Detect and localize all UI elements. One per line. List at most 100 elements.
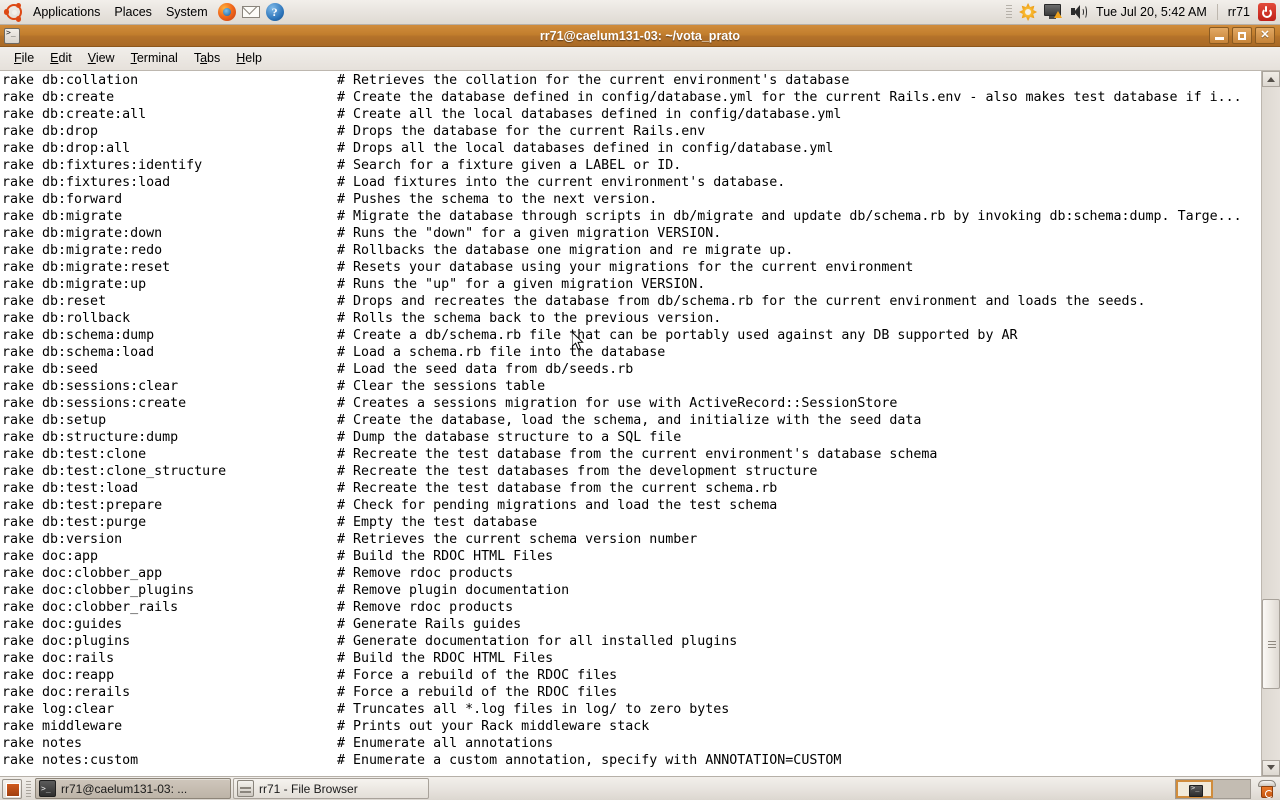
- menu-system[interactable]: System: [159, 2, 215, 23]
- terminal-task-description: # Prints out your Rack middleware stack: [337, 719, 650, 734]
- clock[interactable]: Tue Jul 20, 5:42 AM: [1090, 5, 1213, 19]
- menu-file[interactable]: File: [6, 48, 42, 69]
- terminal-task-name: rake db:create:all: [2, 107, 147, 122]
- terminal-task-name: rake db:drop:all: [2, 141, 131, 156]
- terminal-task-description: # Force a rebuild of the RDOC files: [337, 668, 618, 683]
- terminal-task-name: rake db:create: [2, 90, 115, 105]
- scroll-down-arrow-icon[interactable]: [1262, 760, 1280, 776]
- menu-tabs[interactable]: Tabs: [186, 48, 228, 69]
- taskbar-item-label: rr71@caelum131-03: ...: [61, 781, 188, 796]
- user-menu[interactable]: rr71: [1222, 5, 1256, 19]
- mail-icon[interactable]: [241, 2, 261, 22]
- bottom-panel: rr71@caelum131-03: ... rr71 - File Brows…: [0, 776, 1280, 800]
- terminal-task-description: # Create the database, load the schema, …: [337, 413, 922, 428]
- terminal-task-name: rake db:setup: [2, 413, 107, 428]
- terminal-task-name: rake log:clear: [2, 702, 115, 717]
- terminal-line: rake db:collation # Retrieves the collati…: [1, 72, 1261, 89]
- terminal-line: rake notes:custom # Enumerate a custom an…: [1, 752, 1261, 769]
- terminal-task-name: rake db:migrate:redo: [2, 243, 163, 258]
- terminal-task-description: # Empty the test database: [337, 515, 538, 530]
- terminal-task-name: rake db:rollback: [2, 311, 131, 326]
- terminal-task-name: rake db:drop: [2, 124, 99, 139]
- terminal-body[interactable]: rake db:collation # Retrieves the collati…: [0, 71, 1280, 776]
- terminal-line: rake doc:clobber_rails # Remove rdoc prod…: [1, 599, 1261, 616]
- terminal-task-description: # Drops the database for the current Rai…: [337, 124, 706, 139]
- terminal-line: rake db:setup # Create the database, load…: [1, 412, 1261, 429]
- menu-help[interactable]: Help: [228, 48, 270, 69]
- terminal-task-name: rake doc:rails: [2, 651, 115, 666]
- menu-applications[interactable]: Applications: [26, 2, 107, 23]
- menu-edit[interactable]: Edit: [42, 48, 80, 69]
- menu-view[interactable]: View: [80, 48, 123, 69]
- terminal-output[interactable]: rake db:collation # Retrieves the collati…: [0, 71, 1261, 776]
- terminal-task-description: # Create a db/schema.rb file that can be…: [337, 328, 1018, 343]
- terminal-line: rake db:sessions:create # Creates a sessi…: [1, 395, 1261, 412]
- terminal-task-description: # Create the database defined in config/…: [337, 90, 1242, 105]
- ubuntu-logo-icon[interactable]: [3, 2, 24, 22]
- terminal-task-name: rake db:migrate:up: [2, 277, 147, 292]
- terminal-task-description: # Resets your database using your migrat…: [337, 260, 914, 275]
- terminal-task-description: # Creates a sessions migration for use w…: [337, 396, 898, 411]
- close-icon: ✕: [1260, 29, 1270, 41]
- terminal-line: rake db:migrate:redo # Rollbacks the data…: [1, 242, 1261, 259]
- menu-terminal[interactable]: Terminal: [123, 48, 186, 69]
- firefox-icon[interactable]: [217, 2, 237, 22]
- workspace-2[interactable]: [1213, 779, 1250, 798]
- terminal-task-description: # Build the RDOC HTML Files: [337, 651, 554, 666]
- terminal-line: rake db:test:prepare # Check for pending …: [1, 497, 1261, 514]
- panel-separator: [1216, 4, 1218, 20]
- desktop: rr71@caelum131-03: ~/vota_prato ✕ File E…: [0, 25, 1280, 776]
- terminal-task-name: rake db:test:clone: [2, 447, 147, 462]
- terminal-task-name: rake notes: [2, 736, 83, 751]
- power-icon[interactable]: [1258, 3, 1276, 21]
- scrollbar-thumb[interactable]: [1262, 599, 1280, 689]
- terminal-line: rake notes # Enumerate all annotations: [1, 735, 1261, 752]
- terminal-task-description: # Pushes the schema to the next version.: [337, 192, 658, 207]
- menu-places[interactable]: Places: [107, 2, 159, 23]
- workspace-switcher[interactable]: [1175, 778, 1251, 799]
- help-icon[interactable]: ?: [265, 2, 285, 22]
- brightness-icon[interactable]: [1019, 3, 1038, 21]
- bottom-panel-right: [1175, 778, 1280, 799]
- terminal-line: rake doc:rails # Build the RDOC HTML File…: [1, 650, 1261, 667]
- taskbar-item-file-browser[interactable]: rr71 - File Browser: [233, 778, 429, 799]
- terminal-line: rake db:test:clone # Recreate the test da…: [1, 446, 1261, 463]
- terminal-scrollbar[interactable]: [1261, 71, 1280, 776]
- terminal-task-name: rake doc:app: [2, 549, 99, 564]
- show-desktop-icon[interactable]: [2, 778, 22, 799]
- terminal-task-description: # Runs the "up" for a given migration VE…: [337, 277, 706, 292]
- terminal-task-name: rake doc:rerails: [2, 685, 131, 700]
- terminal-icon: [4, 27, 20, 44]
- window-titlebar[interactable]: rr71@caelum131-03: ~/vota_prato ✕: [0, 25, 1280, 47]
- terminal-task-description: # Runs the "down" for a given migration …: [337, 226, 722, 241]
- terminal-line: rake doc:plugins # Generate documentation…: [1, 633, 1261, 650]
- scroll-up-arrow-icon[interactable]: [1262, 71, 1280, 87]
- terminal-task-description: # Remove rdoc products: [337, 566, 514, 581]
- terminal-line: rake db:seed # Load the seed data from db…: [1, 361, 1261, 378]
- terminal-task-description: # Retrieves the collation for the curren…: [337, 73, 850, 88]
- terminal-task-name: rake doc:reapp: [2, 668, 115, 683]
- terminal-task-name: rake db:sessions:create: [2, 396, 187, 411]
- maximize-button[interactable]: [1232, 27, 1252, 44]
- terminal-line: rake db:test:load # Recreate the test dat…: [1, 480, 1261, 497]
- terminal-task-description: # Check for pending migrations and load …: [337, 498, 778, 513]
- volume-icon[interactable]: [1069, 3, 1088, 21]
- terminal-task-name: rake db:fixtures:identify: [2, 158, 203, 173]
- terminal-task-name: rake middleware: [2, 719, 123, 734]
- trash-icon[interactable]: [1257, 779, 1277, 799]
- terminal-line: rake db:create:all # Create all the local…: [1, 106, 1261, 123]
- terminal-line: rake doc:rerails # Force a rebuild of the…: [1, 684, 1261, 701]
- terminal-task-name: rake doc:clobber_rails: [2, 600, 179, 615]
- terminal-line: rake db:test:purge # Empty the test datab…: [1, 514, 1261, 531]
- network-icon[interactable]: [1043, 3, 1063, 21]
- taskbar-item-terminal[interactable]: rr71@caelum131-03: ...: [35, 778, 231, 799]
- terminal-task-name: rake doc:plugins: [2, 634, 131, 649]
- minimize-button[interactable]: [1209, 27, 1229, 44]
- taskbar-item-label: rr71 - File Browser: [259, 781, 358, 796]
- workspace-1[interactable]: [1176, 779, 1213, 798]
- close-button[interactable]: ✕: [1255, 27, 1275, 44]
- terminal-line: rake db:fixtures:identify # Search for a …: [1, 157, 1261, 174]
- terminal-task-description: # Migrate the database through scripts i…: [337, 209, 1242, 224]
- panel-handle: [26, 780, 31, 797]
- window-buttons: ✕: [1209, 27, 1280, 44]
